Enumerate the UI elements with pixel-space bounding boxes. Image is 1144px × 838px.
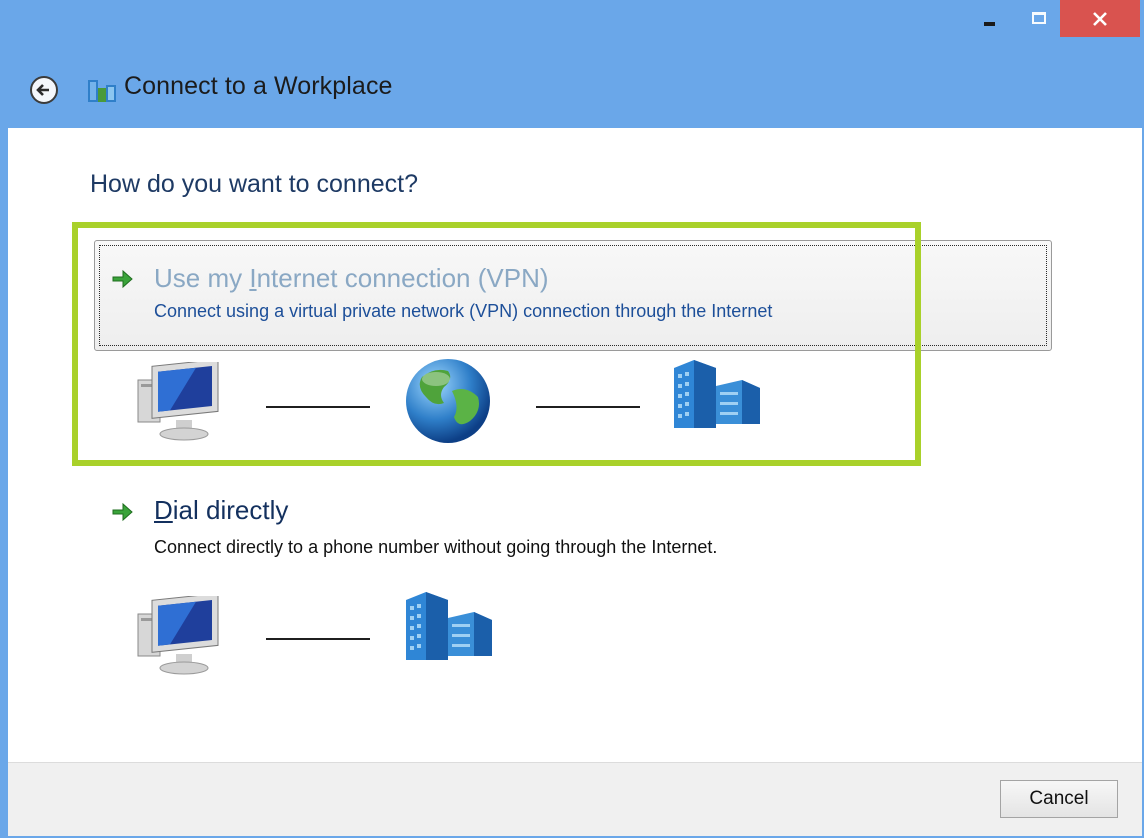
connection-line (266, 638, 370, 640)
dial-title-rest: ial directly (172, 495, 289, 525)
dial-option-description: Connect directly to a phone number witho… (154, 537, 718, 557)
back-button[interactable] (30, 76, 58, 104)
computer-icon (137, 596, 219, 675)
dial-option-title[interactable]: Dial directly (154, 495, 288, 526)
green-arrow-icon (112, 502, 133, 522)
back-arrow-icon (36, 84, 49, 96)
cancel-button[interactable]: Cancel (1000, 780, 1118, 818)
minimize-button[interactable] (966, 0, 1012, 36)
window-title: Connect to a Workplace (124, 72, 393, 100)
dial-title-accelerator: D (154, 495, 173, 525)
maximize-button[interactable] (1016, 0, 1062, 36)
close-icon (1093, 11, 1107, 26)
page-heading: How do you want to connect? (90, 170, 418, 198)
workplace-network-icon (88, 80, 116, 102)
dialog-footer (8, 762, 1142, 836)
minimize-icon (983, 22, 995, 26)
office-building-icon (406, 592, 492, 660)
close-button[interactable] (1060, 0, 1140, 37)
maximize-icon (1032, 12, 1046, 24)
highlight-annotation (72, 222, 921, 466)
